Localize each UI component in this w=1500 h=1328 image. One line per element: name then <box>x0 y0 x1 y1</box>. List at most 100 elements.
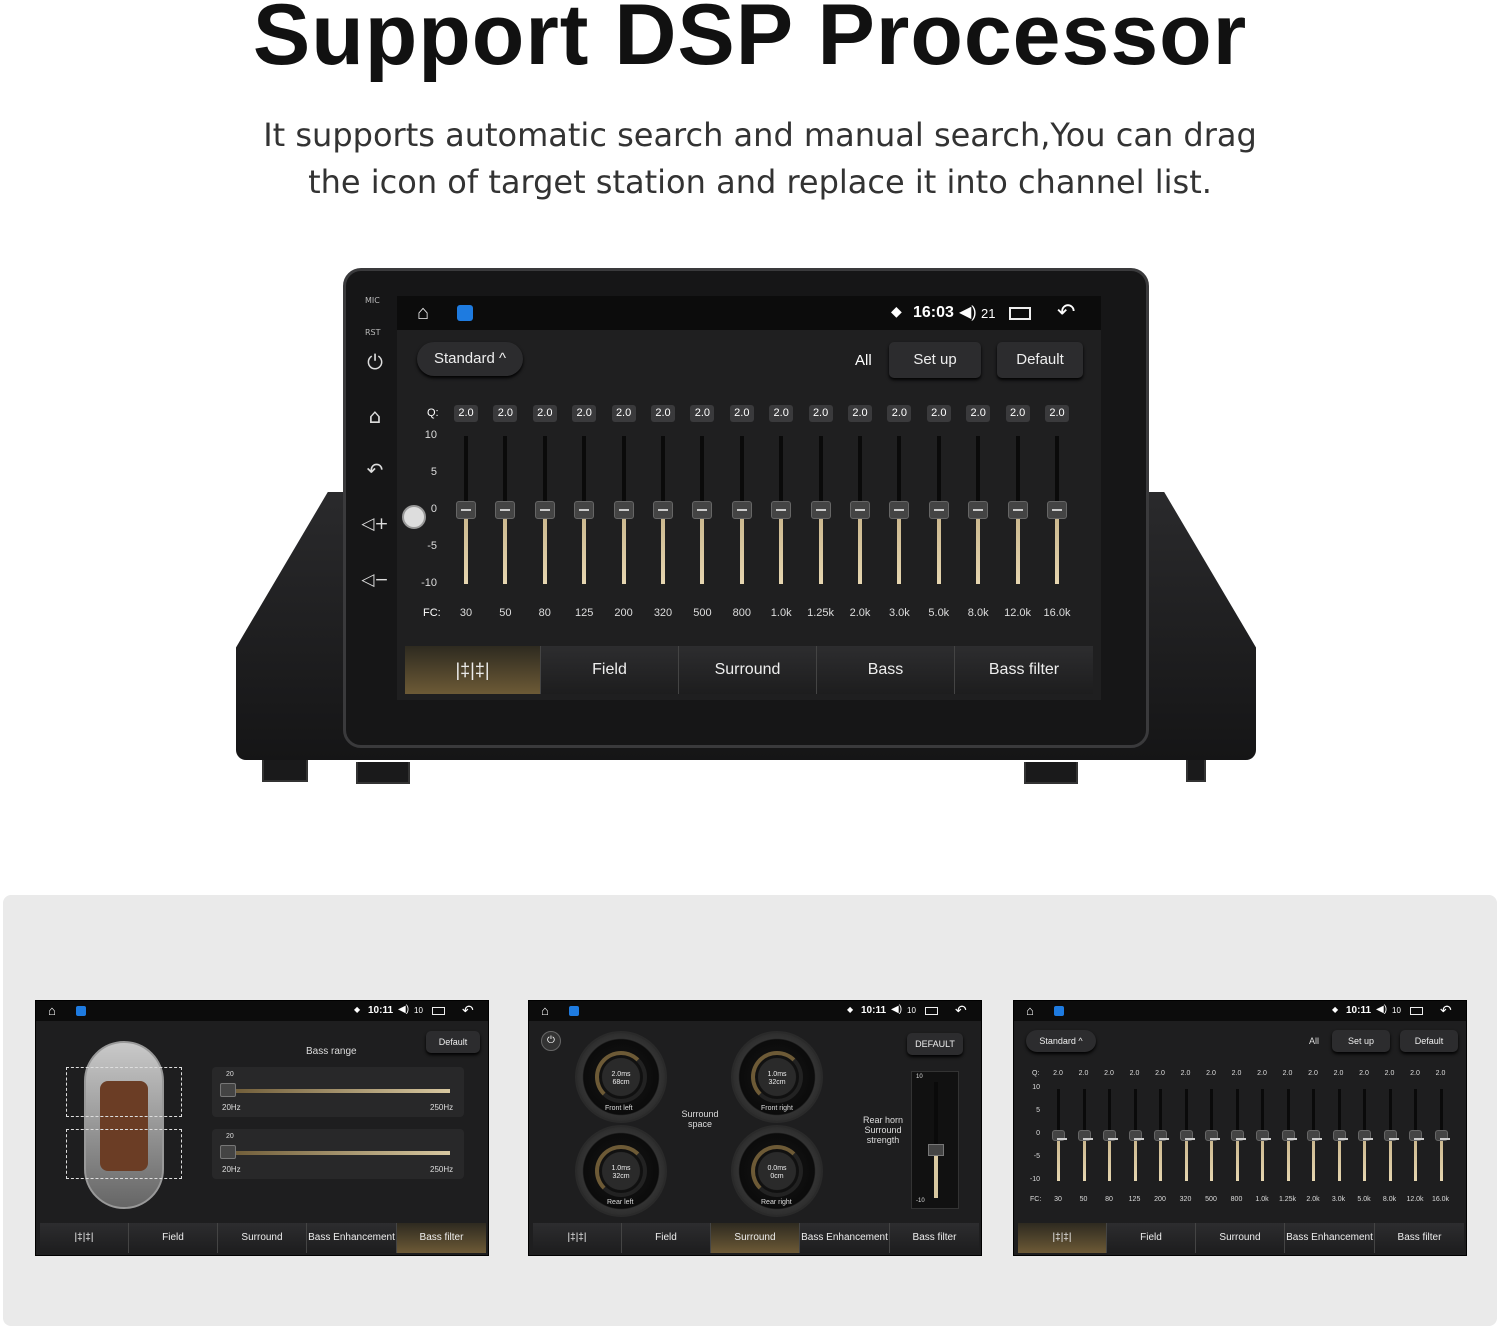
q-value[interactable]: 2.0 <box>1434 1070 1448 1077</box>
q-value[interactable]: 2.0 <box>1077 1070 1091 1077</box>
home-icon[interactable]: ⌂ <box>417 302 429 325</box>
slider-knob[interactable] <box>1128 1130 1144 1141</box>
slider-knob[interactable] <box>1179 1130 1195 1141</box>
tab-surround[interactable]: Surround <box>679 646 817 694</box>
q-value[interactable]: 2.0 <box>1408 1070 1422 1077</box>
slider-knob[interactable] <box>1007 501 1028 519</box>
tab-bass-enhancement[interactable]: Bass Enhancement <box>800 1223 890 1253</box>
volume-down-icon[interactable]: ◁− <box>358 570 392 590</box>
slider-knob[interactable] <box>771 501 792 519</box>
q-value[interactable]: 2.0 <box>1230 1070 1244 1077</box>
app-icon[interactable] <box>569 1006 579 1016</box>
back-icon[interactable]: ↶ <box>1440 1002 1452 1019</box>
q-value[interactable]: 2.0 <box>1332 1070 1346 1077</box>
q-value[interactable]: 2.0 <box>1045 405 1069 422</box>
all-button[interactable]: All <box>1309 1036 1319 1046</box>
q-value[interactable]: 2.0 <box>966 405 991 422</box>
slider-knob[interactable] <box>456 501 476 519</box>
slider-knob[interactable] <box>1434 1130 1450 1141</box>
slider-knob[interactable] <box>1281 1130 1297 1141</box>
slider-knob[interactable] <box>810 501 831 519</box>
tab-bass-enhancement[interactable]: Bass Enhancement <box>817 646 955 694</box>
recent-apps-icon[interactable] <box>1410 1007 1423 1015</box>
slider-knob[interactable] <box>1409 1130 1424 1141</box>
front-speakers[interactable] <box>66 1067 182 1117</box>
q-value[interactable]: 2.0 <box>729 405 754 422</box>
slider-knob[interactable] <box>1332 1130 1348 1141</box>
preset-dropdown[interactable]: Standard ^ <box>1026 1030 1096 1052</box>
slider-knob[interactable] <box>613 501 634 519</box>
slider-knob[interactable] <box>1205 1130 1220 1141</box>
tab-field[interactable]: Field <box>1107 1223 1196 1253</box>
tab-bass-filter[interactable]: Bass filter <box>890 1223 979 1253</box>
home-icon[interactable]: ⌂ <box>541 1003 549 1018</box>
q-value[interactable]: 2.0 <box>808 405 833 422</box>
slider-knob[interactable] <box>220 1145 236 1159</box>
tab-bass-enhancement[interactable]: Bass Enhancement <box>1285 1223 1375 1253</box>
q-value[interactable]: 2.0 <box>1051 1070 1065 1077</box>
slider-knob[interactable] <box>1383 1130 1399 1141</box>
default-button[interactable]: DEFAULT <box>907 1033 963 1055</box>
q-value[interactable]: 2.0 <box>1102 1070 1116 1077</box>
tab-bass-enhancement[interactable]: Bass Enhancement <box>307 1223 397 1253</box>
q-value[interactable]: 2.0 <box>572 405 597 422</box>
setup-button[interactable]: Set up <box>1332 1030 1390 1052</box>
bass-slider-2[interactable]: 20 20Hz 250Hz <box>212 1129 464 1179</box>
slider-knob[interactable] <box>1154 1130 1169 1141</box>
master-handle[interactable] <box>402 505 426 529</box>
default-button[interactable]: Default <box>997 342 1083 378</box>
tab-field[interactable]: Field <box>622 1223 711 1253</box>
q-value[interactable]: 2.0 <box>1204 1070 1218 1077</box>
slider-knob[interactable] <box>1077 1130 1093 1141</box>
tab-equalizer[interactable]: |‡|‡| <box>1018 1223 1107 1253</box>
tab-field[interactable]: Field <box>129 1223 218 1253</box>
default-button[interactable]: Default <box>1400 1030 1458 1052</box>
q-value[interactable]: 2.0 <box>1255 1070 1269 1077</box>
q-value[interactable]: 2.0 <box>1281 1070 1295 1077</box>
q-value[interactable]: 2.0 <box>611 405 636 422</box>
q-value[interactable]: 2.0 <box>1128 1070 1142 1077</box>
slider-knob[interactable] <box>928 1144 944 1156</box>
q-value[interactable]: 2.0 <box>1383 1070 1397 1077</box>
back-icon[interactable]: ↶ <box>462 1002 474 1019</box>
q-value[interactable]: 2.0 <box>769 405 794 422</box>
tab-surround[interactable]: Surround <box>218 1223 307 1253</box>
volume-up-icon[interactable]: ◁+ <box>358 514 392 534</box>
rst-button[interactable]: RST <box>365 328 381 337</box>
bass-slider-1[interactable]: 20 20Hz 250Hz <box>212 1067 464 1117</box>
home-icon[interactable]: ⌂ <box>1026 1003 1034 1018</box>
slider-knob[interactable] <box>534 501 555 519</box>
slider-knob[interactable] <box>1103 1130 1118 1141</box>
all-button[interactable]: All <box>855 352 872 369</box>
slider-knob[interactable] <box>495 501 516 519</box>
slider-knob[interactable] <box>1047 501 1067 519</box>
q-value[interactable]: 2.0 <box>887 405 912 422</box>
recent-apps-icon[interactable] <box>432 1007 445 1015</box>
tab-surround[interactable]: Surround <box>1196 1223 1285 1253</box>
recent-apps-icon[interactable] <box>925 1007 938 1015</box>
app-icon[interactable] <box>1054 1006 1064 1016</box>
slider-knob[interactable] <box>653 501 673 519</box>
slider-knob[interactable] <box>692 501 713 519</box>
tab-bass-filter[interactable]: Bass filter <box>1375 1223 1464 1253</box>
slider-knob[interactable] <box>889 501 910 519</box>
strength-slider[interactable]: 10 -10 <box>911 1071 959 1209</box>
home-icon[interactable]: ⌂ <box>358 404 392 428</box>
slider-knob[interactable] <box>731 501 752 519</box>
tab-equalizer[interactable]: |‡|‡| <box>40 1223 129 1253</box>
slider-knob[interactable] <box>850 501 870 519</box>
tab-equalizer[interactable]: |‡|‡| <box>405 646 541 694</box>
recent-apps-icon[interactable] <box>1009 307 1031 320</box>
app-icon[interactable] <box>76 1006 86 1016</box>
slider-knob[interactable] <box>968 501 989 519</box>
q-value[interactable]: 2.0 <box>1357 1070 1371 1077</box>
tab-bass-filter[interactable]: Bass filter <box>955 646 1093 694</box>
back-icon[interactable]: ↶ <box>955 1002 967 1019</box>
power-icon[interactable]: ⏻ <box>541 1031 561 1051</box>
tab-surround[interactable]: Surround <box>711 1223 800 1253</box>
q-value[interactable]: 2.0 <box>926 405 951 422</box>
slider-knob[interactable] <box>1052 1130 1067 1141</box>
q-value[interactable]: 2.0 <box>1005 405 1030 422</box>
back-icon[interactable]: ↶ <box>358 458 392 482</box>
slider-knob[interactable] <box>1230 1130 1246 1141</box>
